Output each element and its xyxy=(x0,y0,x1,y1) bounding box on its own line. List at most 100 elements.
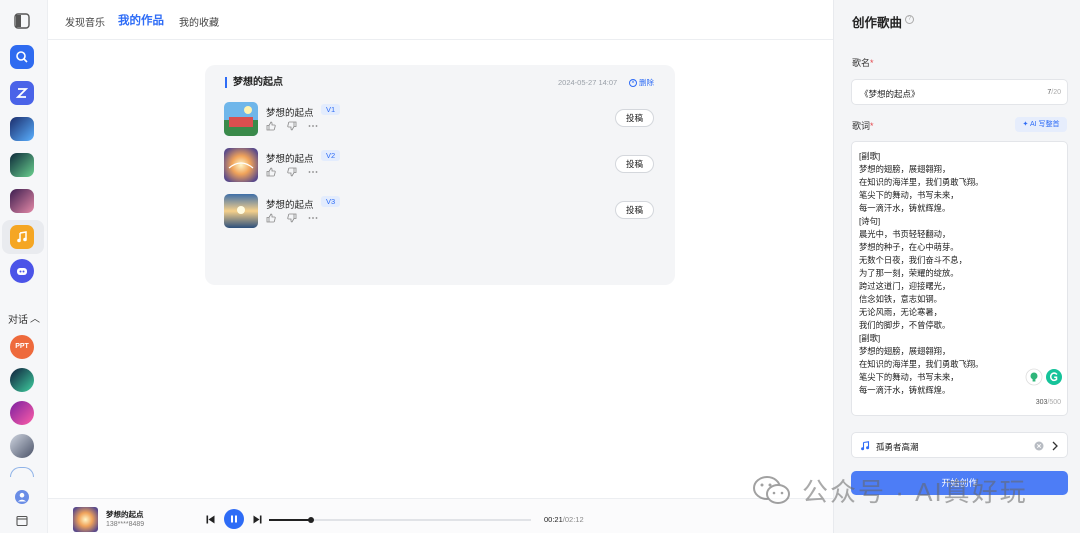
music-icon[interactable] xyxy=(10,225,34,249)
chevron-right-icon[interactable] xyxy=(1051,441,1059,451)
work-card: 梦想的起点 2024-05-27 14:07 × 删除 梦想的起点 V1 投稿 xyxy=(205,65,675,285)
lyric-line: [诗句] xyxy=(859,216,881,226)
panel-title: 创作歌曲 xyxy=(852,16,903,30)
pause-icon xyxy=(231,515,237,523)
next-icon[interactable] xyxy=(253,515,262,524)
lyric-line: 晨光中，书页轻轻翻动， xyxy=(859,229,951,239)
help-icon[interactable]: ? xyxy=(905,15,914,24)
delete-label: 删除 xyxy=(639,78,654,87)
lyric-line: 信念如铁，意志如钢。 xyxy=(859,294,942,304)
chat-avatar[interactable] xyxy=(10,467,34,477)
song-row[interactable]: 梦想的起点 V2 投稿 xyxy=(224,148,654,184)
tab-discover-music[interactable]: 发现音乐 xyxy=(65,14,105,29)
song-row[interactable]: 梦想的起点 V1 投稿 xyxy=(224,102,654,138)
lyric-line: 梦想的翅膀，展翅翱翔， xyxy=(859,164,951,174)
tab-my-works[interactable]: 我的作品 xyxy=(118,12,164,28)
lyric-line: 为了那一刻，荣耀的绽放。 xyxy=(859,268,959,278)
sidebar-toggle-icon[interactable] xyxy=(10,9,34,33)
total-time: /02:12 xyxy=(562,515,584,524)
version-badge: V2 xyxy=(321,150,341,161)
lyric-line: 每一滴汗水，铸就辉煌。 xyxy=(859,203,951,213)
chat-avatar[interactable] xyxy=(10,368,34,392)
wechat-icon xyxy=(753,475,790,504)
player-song-title: 梦想的起点 xyxy=(106,510,144,519)
delete-button[interactable]: × 删除 xyxy=(629,77,654,88)
submit-button[interactable]: 投稿 xyxy=(615,109,654,127)
lyrics-label: 歌词* xyxy=(852,121,874,131)
song-cover[interactable] xyxy=(224,148,258,182)
version-badge: V3 xyxy=(321,196,341,207)
song-name-label: 歌名* xyxy=(852,58,874,68)
progress-fill xyxy=(269,519,311,521)
submit-button[interactable]: 投稿 xyxy=(615,201,654,219)
song-cover[interactable] xyxy=(224,194,258,228)
watermark: 公众号 · AI真好玩 xyxy=(752,472,1028,509)
lyric-line: 每一滴汗水，铸就辉煌。 xyxy=(859,385,951,395)
lyric-line: [副歌] xyxy=(859,151,881,161)
ai-write-button[interactable]: ✦ AI 写整首 xyxy=(1015,117,1067,132)
style-selector[interactable]: 孤勇者高潮 xyxy=(851,432,1068,458)
lyrics-count: 303/500 xyxy=(1035,399,1061,406)
progress-bar[interactable] xyxy=(269,517,531,523)
song-name: 梦想的起点 xyxy=(266,154,314,165)
tab-my-favorites[interactable]: 我的收藏 xyxy=(179,14,219,29)
song-name-input[interactable]: 《梦想的起点》 7/20 xyxy=(851,79,1068,105)
app-3-icon[interactable] xyxy=(10,189,34,213)
song-name: 梦想的起点 xyxy=(266,200,314,211)
style-value: 孤勇者高潮 xyxy=(876,442,919,452)
bulb-icon[interactable] xyxy=(1025,368,1043,386)
thumbs-up-icon[interactable] xyxy=(266,121,276,131)
lyrics-list: [副歌] 梦想的翅膀，展翅翱翔， 在知识的海洋里，我们勇敢飞翔。 笔尖下的舞动，书写未… xyxy=(859,150,983,397)
window-icon[interactable] xyxy=(10,509,34,533)
previous-icon[interactable] xyxy=(206,515,215,524)
song-cover[interactable] xyxy=(224,102,258,136)
left-sidebar: 对话 ︿ PPT xyxy=(0,0,48,533)
more-icon[interactable] xyxy=(308,213,318,223)
grammarly-icon[interactable] xyxy=(1045,368,1063,386)
music-player: 梦想的起点 138****8489 00:21/02:12 xyxy=(48,498,833,533)
more-icon[interactable] xyxy=(308,167,318,177)
lyric-line: 无数个日夜，我们奋斗不息， xyxy=(859,255,967,265)
more-icon[interactable] xyxy=(308,121,318,131)
main-content: 梦想的起点 2024-05-27 14:07 × 删除 梦想的起点 V1 投稿 xyxy=(48,40,833,498)
thumbs-up-icon[interactable] xyxy=(266,167,276,177)
thumbs-down-icon[interactable] xyxy=(287,213,297,223)
chat-avatar[interactable] xyxy=(10,401,34,425)
current-time: 00:21 xyxy=(544,515,563,524)
z-logo-icon[interactable] xyxy=(10,81,34,105)
thumbs-up-icon[interactable] xyxy=(266,213,276,223)
top-nav: 发现音乐 我的作品 我的收藏 xyxy=(48,0,833,40)
song-name-value: 《梦想的起点》 xyxy=(860,89,920,99)
lyric-line: 笔尖下的舞动，书写未来， xyxy=(859,372,959,382)
app-1-icon[interactable] xyxy=(10,117,34,141)
chat-avatar[interactable] xyxy=(10,434,34,458)
user-icon[interactable] xyxy=(10,485,34,509)
player-cover[interactable] xyxy=(73,507,98,532)
thumbs-down-icon[interactable] xyxy=(287,121,297,131)
lyrics-textarea[interactable]: [副歌] 梦想的翅膀，展翅翱翔， 在知识的海洋里，我们勇敢飞翔。 笔尖下的舞动，书写未… xyxy=(851,141,1068,416)
submit-button[interactable]: 投稿 xyxy=(615,155,654,173)
lyric-line: 我们的脚步，不曾停歇。 xyxy=(859,320,951,330)
robot-icon[interactable] xyxy=(10,259,34,283)
player-user: 138****8489 xyxy=(106,521,145,528)
clear-icon[interactable] xyxy=(1034,441,1044,451)
thumbs-down-icon[interactable] xyxy=(287,167,297,177)
lyric-line: 在知识的海洋里，我们勇敢飞翔。 xyxy=(859,177,984,187)
delete-icon: × xyxy=(629,78,637,87)
lyric-line: 笔尖下的舞动，书写未来， xyxy=(859,190,959,200)
ppt-avatar[interactable]: PPT xyxy=(10,335,34,359)
progress-knob[interactable] xyxy=(307,517,314,523)
song-row[interactable]: 梦想的起点 V3 投稿 xyxy=(224,194,654,230)
search-icon[interactable] xyxy=(10,45,34,69)
create-song-panel: 创作歌曲 ? 歌名* 《梦想的起点》 7/20 歌词* ✦ AI 写整首 [副歌… xyxy=(833,0,1080,533)
chevron-up-icon[interactable]: ︿ xyxy=(30,310,40,325)
lyric-line: [副歌] xyxy=(859,333,881,343)
conversation-label: 对话 xyxy=(8,315,28,326)
ai-write-label: AI 写整首 xyxy=(1029,121,1060,128)
lyric-line: 无论风雨，无论寒暑， xyxy=(859,307,942,317)
pause-button[interactable] xyxy=(224,509,244,529)
lyric-line: 跨过这道门，迎接曙光， xyxy=(859,281,951,291)
app-2-icon[interactable] xyxy=(10,153,34,177)
sparkle-icon: ✦ xyxy=(1022,121,1029,128)
work-title: 梦想的起点 xyxy=(225,77,283,88)
